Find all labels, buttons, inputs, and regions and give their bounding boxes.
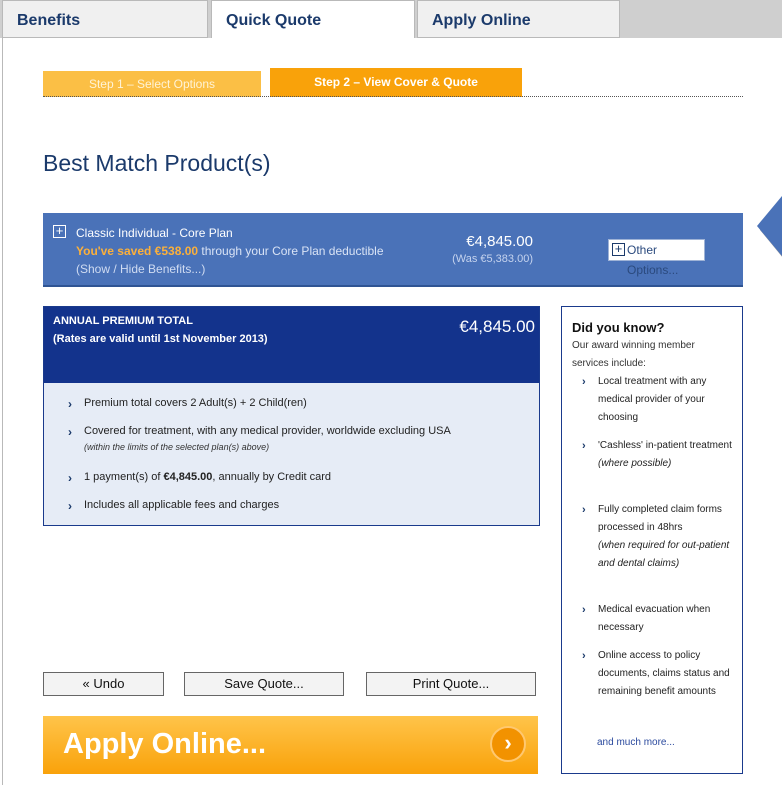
tab-apply-online[interactable]: Apply Online [417,0,620,38]
save-quote-button[interactable]: Save Quote... [184,672,344,696]
chevron-right-icon: › [68,499,72,513]
list-item-note: (within the limits of the selected plan(… [84,442,270,452]
undo-button[interactable]: « Undo [43,672,164,696]
plan-price: €4,845.00 [466,233,533,250]
and-much-more-link[interactable]: and much more... [597,737,675,748]
chevron-right-icon: › [582,604,586,616]
page-title: Best Match Product(s) [43,150,271,176]
premium-rates-validity: (Rates are valid until 1st November 2013… [53,333,268,345]
premium-total: €4,845.00 [459,317,535,336]
chevron-right-icon: › [68,425,72,439]
list-item-text: Online access to policy documents, claim… [598,650,730,697]
list-item-text: Premium total covers 2 Adult(s) + 2 Chil… [84,397,307,409]
did-you-know-title: Did you know? [572,320,665,335]
payment-amount: €4,845.00 [163,471,213,483]
tab-bar: Benefits Quick Quote Apply Online [0,0,782,39]
chevron-right-icon: › [582,504,586,516]
list-item: › Premium total covers 2 Adult(s) + 2 Ch… [68,397,307,411]
chevron-right-icon: › [582,440,586,452]
show-hide-benefits-link[interactable]: (Show / Hide Benefits...) [76,262,205,276]
other-options-label: Other Options... [627,243,679,277]
did-you-know-intro: Our award winning member services includ… [572,340,695,369]
did-you-know-panel: Did you know? Our award winning member s… [561,306,743,774]
side-arrow-icon [757,190,782,262]
list-item: › Online access to policy documents, cla… [582,647,732,701]
premium-details: › Premium total covers 2 Adult(s) + 2 Ch… [44,383,539,525]
list-item-note: (where possible) [598,458,672,469]
plan-savings: You've saved €538.00 through your Core P… [76,244,384,258]
savings-detail: through your Core Plan deductible [198,244,384,258]
annual-premium-box: ANNUAL PREMIUM TOTAL (Rates are valid un… [43,306,540,526]
other-options-button[interactable]: + Other Options... [608,239,705,277]
tab-benefits[interactable]: Benefits [2,0,208,38]
list-item-text: Medical evacuation when necessary [598,604,711,633]
plan-was-price: (Was €5,383.00) [452,253,533,265]
chevron-right-icon: › [68,471,72,485]
list-item: › Local treatment with any medical provi… [582,373,732,427]
list-item: › Covered for treatment, with any medica… [68,425,451,452]
list-item-text: Covered for treatment, with any medical … [84,425,451,437]
premium-title: ANNUAL PREMIUM TOTAL [53,315,193,327]
list-item-text: Local treatment with any medical provide… [598,376,707,423]
chevron-right-icon: › [490,726,526,762]
payment-suffix: , annually by Credit card [212,471,332,483]
apply-online-button[interactable]: Apply Online... › [43,716,538,774]
step-2-view-cover-quote: Step 2 – View Cover & Quote [270,68,522,97]
chevron-right-icon: › [582,376,586,388]
tab-quick-quote[interactable]: Quick Quote [211,0,415,39]
chevron-right-icon: › [582,650,586,662]
chevron-right-icon: › [68,397,72,411]
premium-header: ANNUAL PREMIUM TOTAL (Rates are valid un… [44,307,539,383]
list-item: › Fully completed claim forms processed … [582,501,732,573]
list-item: › Medical evacuation when necessary [582,601,732,637]
list-item: › 1 payment(s) of €4,845.00, annually by… [68,471,332,485]
plus-icon[interactable]: + [53,224,66,238]
savings-highlight: You've saved €538.00 [76,244,199,258]
step-1-select-options[interactable]: Step 1 – Select Options [43,71,261,97]
list-item: › Includes all applicable fees and charg… [68,499,280,513]
payment-prefix: 1 payment(s) of [84,471,164,483]
plan-name: Classic Individual - Core Plan [76,226,233,240]
list-item-text: 'Cashless' in-patient treatment [598,440,732,451]
plan-bar: + Classic Individual - Core Plan You've … [43,213,743,287]
plus-icon: + [612,242,625,256]
list-item-note: (when required for out-patient and denta… [598,540,730,569]
list-item-text: Fully completed claim forms processed in… [598,504,722,533]
print-quote-button[interactable]: Print Quote... [366,672,536,696]
list-item: › 'Cashless' in-patient treatment (where… [582,437,732,473]
list-item-text: Includes all applicable fees and charges [84,499,280,511]
apply-online-label: Apply Online... [63,728,267,760]
step-divider [43,96,743,97]
